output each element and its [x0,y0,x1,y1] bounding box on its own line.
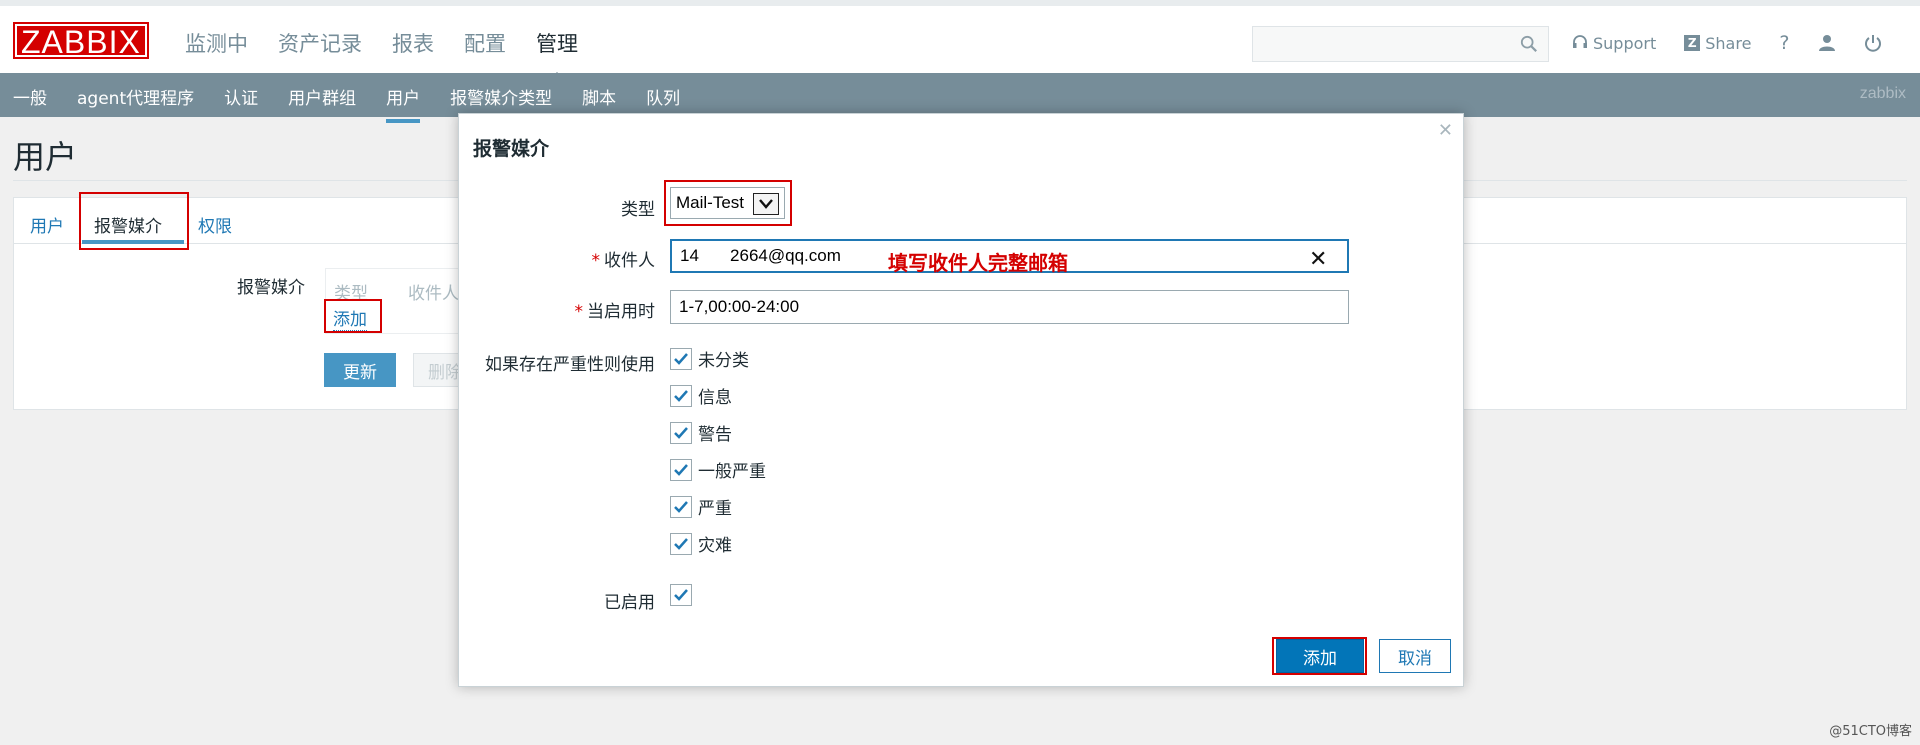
type-label: 类型 [621,200,655,220]
support-link[interactable]: Support [1572,34,1656,53]
severity-checkbox[interactable] [670,384,692,407]
logout-button[interactable] [1864,34,1882,52]
subnav-item-queue[interactable]: 队列 [646,84,680,109]
nav-item-monitoring[interactable]: 监测中 [185,28,248,58]
type-select[interactable]: Mail-Test [670,187,785,219]
tab-user[interactable]: 用户 [30,212,64,237]
user-icon [1818,35,1835,51]
enabled-checkbox[interactable] [670,584,692,606]
when-active-label-text: 当启用时 [587,302,655,322]
chevron-down-icon [753,193,779,215]
header-tools: Support Z Share ? [1572,32,1882,54]
media-col-recipient: 收件人 [408,284,459,304]
subnav-item-scripts[interactable]: 脚本 [582,84,616,109]
subnav-item-proxies[interactable]: agent代理程序 [77,84,194,109]
active-tab-indicator [82,240,184,244]
headset-icon [1573,35,1587,48]
add-media-link[interactable]: 添加 [333,305,367,331]
page-title: 用户 [13,138,78,176]
support-label: Support [1593,33,1657,53]
checkmark-icon [674,389,688,402]
severity-label: 如果存在严重性则使用 [485,355,655,375]
share-label: Share [1705,33,1752,53]
enabled-row [670,584,692,606]
subnav-item-general[interactable]: 一般 [13,84,47,109]
checkmark-icon [674,352,688,365]
severity-row: 一般严重 [670,457,766,482]
media-label: 报警媒介 [237,278,305,298]
checkmark-icon [674,537,688,550]
severity-label-text: 严重 [698,499,732,519]
update-button[interactable]: 更新 [324,353,396,387]
sub-nav: 一般 agent代理程序 认证 用户群组 用户 报警媒介类型 脚本 队列 zab… [0,73,1920,123]
checkmark-icon [674,500,688,513]
severity-checkbox[interactable] [670,458,692,481]
nav-item-administration[interactable]: 管理 [536,28,578,82]
severity-row: 灾难 [670,531,732,556]
clear-input-icon[interactable]: ✕ [1309,247,1327,272]
severity-label-text: 警告 [698,425,732,445]
help-button[interactable]: ? [1779,32,1789,54]
dialog-title: 报警媒介 [473,138,550,160]
help-icon: ? [1779,32,1790,54]
search-input[interactable] [1253,27,1548,61]
media-dialog: ✕ 报警媒介 类型 Mail-Test *收件人 填写收件人完整邮箱 ✕ *当启… [458,113,1464,687]
profile-button[interactable] [1818,34,1836,52]
recipient-annotation: 填写收件人完整邮箱 [888,251,1068,275]
nav-item-inventory[interactable]: 资产记录 [278,28,362,58]
add-button[interactable]: 添加 [1276,639,1364,673]
severity-checkbox[interactable] [670,347,692,370]
tab-permissions[interactable]: 权限 [198,212,232,237]
zabbix-logo[interactable]: ZABBIX [13,22,149,60]
subnav-item-authentication[interactable]: 认证 [224,84,258,109]
recipient-label: * 收件人 [591,251,656,271]
current-username: zabbix [1859,85,1906,102]
severity-row: 信息 [670,383,732,408]
power-icon [1864,35,1881,52]
severity-label-text: 信息 [698,388,732,408]
cancel-button[interactable]: 取消 [1379,639,1451,673]
subnav-item-users[interactable]: 用户 [386,84,421,123]
severity-row: 警告 [670,420,732,445]
nav-item-configuration[interactable]: 配置 [464,28,506,58]
enabled-label: 已启用 [604,593,655,613]
watermark: @51CTO博客 [1829,724,1912,739]
severity-row: 未分类 [670,346,749,371]
search-icon[interactable] [1520,35,1538,53]
main-nav: 监测中 资产记录 报表 配置 管理 [185,28,578,82]
severity-label-text: 未分类 [698,351,749,371]
nav-item-reports[interactable]: 报表 [392,28,434,58]
checkmark-icon [674,589,688,601]
severity-checkbox[interactable] [670,421,692,444]
checkmark-icon [674,463,688,476]
checkmark-icon [674,426,688,439]
subnav-item-media-types[interactable]: 报警媒介类型 [450,84,552,109]
severity-checkbox[interactable] [670,532,692,555]
severity-row: 严重 [670,494,732,519]
subnav-item-user-groups[interactable]: 用户群组 [288,84,356,109]
tab-media[interactable]: 报警媒介 [94,212,162,237]
severity-label-text: 灾难 [698,536,732,556]
severity-label-text: 一般严重 [698,462,766,482]
top-header: ZABBIX 监测中 资产记录 报表 配置 管理 Support Z Share… [0,0,1920,82]
when-active-input[interactable] [670,290,1349,324]
share-link[interactable]: Z Share [1684,34,1751,53]
search-box [1252,26,1549,62]
media-col-type: 类型 [334,284,368,304]
close-icon[interactable]: ✕ [1438,120,1453,141]
recipient-label-text: 收件人 [604,251,655,271]
share-icon: Z [1684,35,1701,51]
when-active-label: * 当启用时 [574,302,656,322]
type-select-value: Mail-Test [676,193,745,212]
severity-checkbox[interactable] [670,495,692,518]
